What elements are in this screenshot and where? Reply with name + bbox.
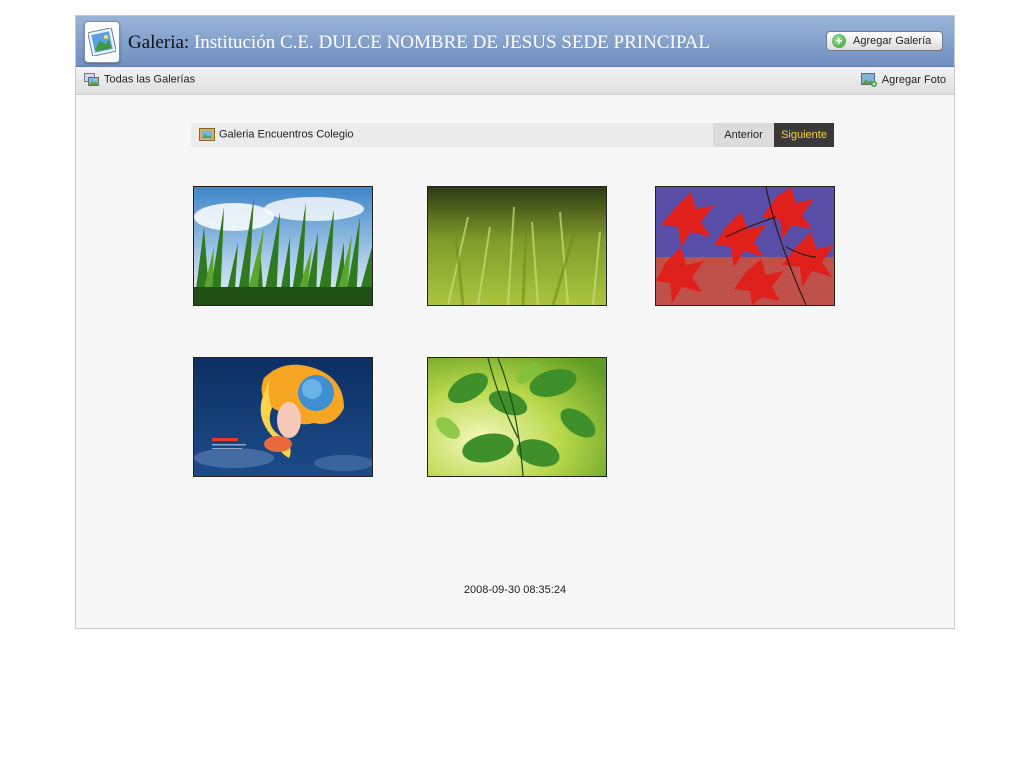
galleries-icon xyxy=(84,73,99,86)
picture-frame-icon xyxy=(84,21,120,63)
gallery-pager: Galeria Encuentros Colegio Anterior Sigu… xyxy=(191,123,834,147)
header-bar: Galeria: Institución C.E. DULCE NOMBRE D… xyxy=(76,16,954,67)
plus-circle-icon: + xyxy=(832,34,846,48)
add-photo-icon xyxy=(860,73,877,87)
institution-name: Institución C.E. DULCE NOMBRE DE JESUS S… xyxy=(189,32,710,53)
add-photo-label: Agregar Foto xyxy=(881,74,946,86)
previous-button[interactable]: Anterior xyxy=(713,123,774,147)
page-title: Galeria: Institución C.E. DULCE NOMBRE D… xyxy=(128,32,710,54)
gallery-name: Galeria Encuentros Colegio xyxy=(199,128,354,141)
gallery-name-label: Galeria Encuentros Colegio xyxy=(219,128,354,141)
add-photo-link[interactable]: Agregar Foto xyxy=(860,73,946,87)
photo-thumbnail[interactable] xyxy=(427,357,607,477)
toolbar: Todas las Galerías Agregar Foto xyxy=(76,67,954,95)
all-galleries-link[interactable]: Todas las Galerías xyxy=(84,73,195,86)
add-gallery-label: Agregar Galería xyxy=(853,35,932,47)
photo-thumbnail[interactable] xyxy=(427,186,607,306)
picture-icon xyxy=(199,128,215,141)
photo-thumbnail[interactable] xyxy=(193,357,373,477)
add-gallery-button[interactable]: + Agregar Galería xyxy=(826,31,943,51)
next-button[interactable]: Siguiente xyxy=(774,123,834,147)
timestamp: 2008-09-30 08:35:24 xyxy=(463,584,567,596)
title-label: Galeria: xyxy=(128,32,190,53)
photo-thumbnail[interactable] xyxy=(655,186,835,306)
gallery-frame: Galeria: Institución C.E. DULCE NOMBRE D… xyxy=(75,15,955,629)
all-galleries-label: Todas las Galerías xyxy=(104,73,196,86)
photo-thumbnail[interactable] xyxy=(193,186,373,306)
